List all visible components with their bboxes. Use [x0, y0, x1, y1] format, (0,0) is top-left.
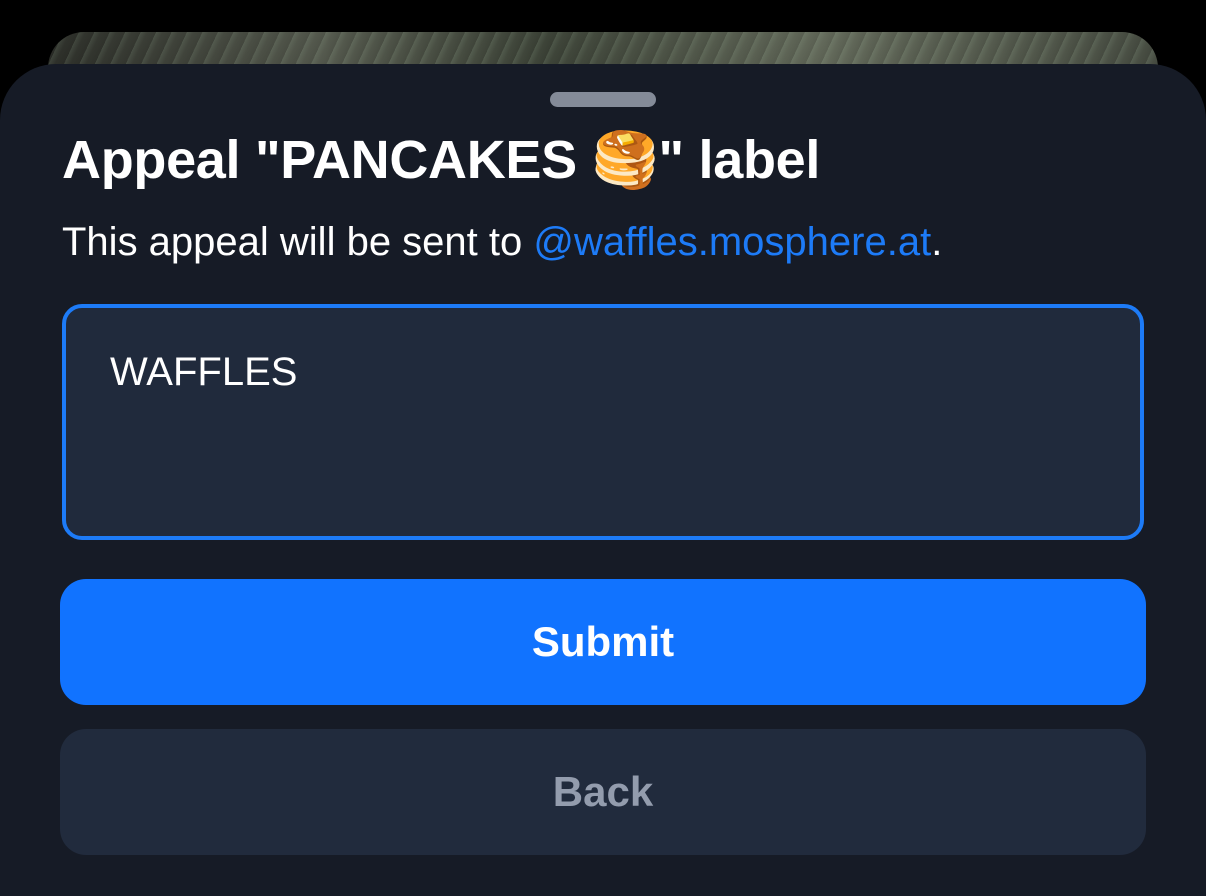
dialog-title: Appeal "PANCAKES 🥞" label: [62, 130, 821, 190]
sheet-drag-handle[interactable]: [550, 92, 656, 107]
back-button[interactable]: Back: [60, 729, 1146, 855]
appeal-reason-field-container: [62, 304, 1144, 540]
description-suffix: .: [931, 220, 943, 264]
dialog-description: This appeal will be sent to @waffles.mos…: [62, 214, 942, 270]
description-prefix: This appeal will be sent to: [62, 220, 534, 264]
screen: Appeal "PANCAKES 🥞" label This appeal wi…: [0, 0, 1206, 896]
recipient-handle-link[interactable]: @waffles.mosphere.at: [533, 220, 931, 264]
submit-button[interactable]: Submit: [60, 579, 1146, 705]
appeal-reason-input[interactable]: [110, 346, 1090, 506]
appeal-bottom-sheet: Appeal "PANCAKES 🥞" label This appeal wi…: [0, 64, 1206, 896]
